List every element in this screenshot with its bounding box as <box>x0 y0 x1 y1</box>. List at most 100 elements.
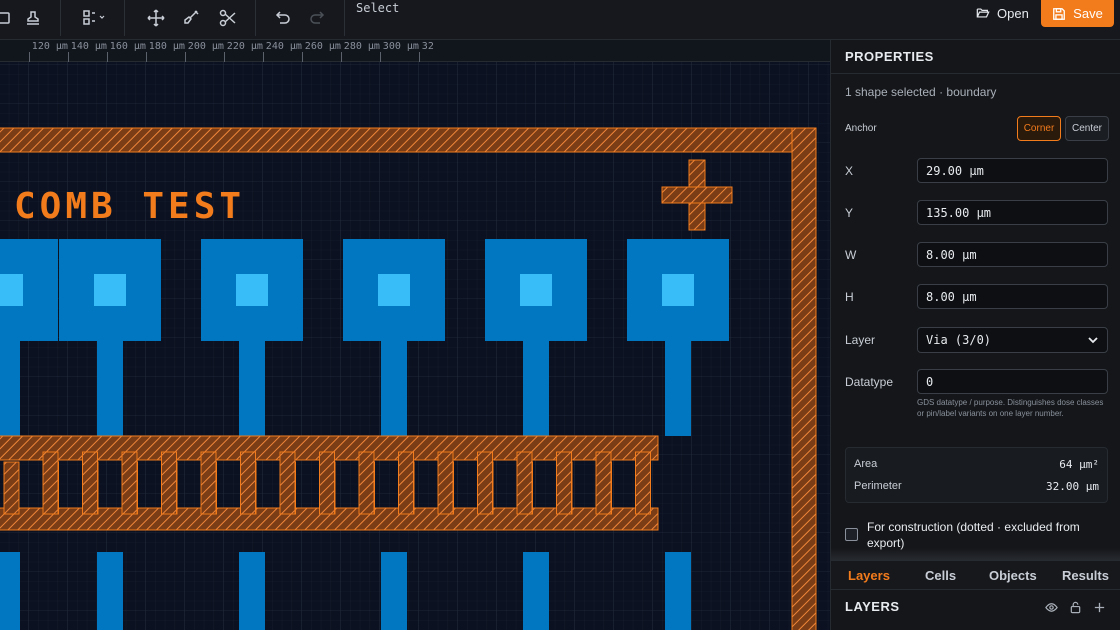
ruler-tick-label: 200 µm <box>187 41 224 52</box>
save-button[interactable]: Save <box>1041 0 1114 27</box>
comb-finger[interactable] <box>477 451 493 515</box>
boundary-top[interactable] <box>0 127 817 153</box>
toolbar-separator <box>344 0 345 36</box>
w-label: W <box>845 248 857 262</box>
boundary-right[interactable] <box>791 127 817 630</box>
ruler-tick-label: 280 µm <box>343 41 380 52</box>
construction-checkbox[interactable] <box>845 528 858 541</box>
comb-finger[interactable] <box>82 451 98 515</box>
comb-finger[interactable] <box>319 451 335 515</box>
layer-select-value: Via (3/0) <box>926 333 992 347</box>
h-input[interactable]: 8.00 µm <box>917 284 1108 309</box>
ruler-tick <box>145 52 147 62</box>
via[interactable] <box>520 274 552 306</box>
tab-layers[interactable]: Layers <box>848 568 890 583</box>
move-icon[interactable] <box>142 6 170 30</box>
toolbar-separator <box>60 0 61 36</box>
ruler-tick <box>106 52 108 62</box>
trace-lower[interactable] <box>97 552 123 630</box>
trace-upper[interactable] <box>523 341 549 440</box>
eye-icon[interactable] <box>1045 601 1058 614</box>
comb-finger[interactable] <box>161 451 177 515</box>
anchor-center-button[interactable]: Center <box>1065 116 1109 141</box>
undo-icon[interactable] <box>268 6 296 30</box>
toolbar-separator <box>255 0 256 36</box>
save-icon <box>1053 7 1066 20</box>
selection-info: 1 shape selected · boundary <box>845 85 997 99</box>
h-label: H <box>845 290 854 304</box>
comb-finger[interactable] <box>437 451 454 515</box>
alignment-mark-horizontal[interactable] <box>661 186 733 204</box>
mode-label: Select <box>356 1 400 15</box>
anchor-corner-button[interactable]: Corner <box>1017 116 1061 141</box>
save-button-label: Save <box>1073 6 1103 21</box>
comb-finger[interactable] <box>358 451 375 515</box>
stamp-icon[interactable] <box>19 6 47 30</box>
comb-finger[interactable] <box>3 461 20 515</box>
comb-finger[interactable] <box>516 451 533 515</box>
tab-results[interactable]: Results <box>1062 568 1109 583</box>
x-input[interactable]: 29.00 µm <box>917 158 1108 183</box>
via[interactable] <box>378 274 410 306</box>
area-value: 64 µm² <box>1059 458 1099 471</box>
ruler-tick-label: 120 µm <box>31 41 68 52</box>
trace-lower[interactable] <box>665 552 691 630</box>
via[interactable] <box>0 274 23 306</box>
ruler-tick <box>418 52 420 62</box>
ruler-tick-label: 300 µm <box>382 41 419 52</box>
comb-finger[interactable] <box>42 451 59 515</box>
datatype-hint: GDS datatype / purpose. Distinguishes do… <box>917 398 1104 418</box>
array-tool-dropdown[interactable] <box>76 6 112 30</box>
comb-finger[interactable] <box>556 451 572 515</box>
tab-cells[interactable]: Cells <box>925 568 956 583</box>
ruler-tick-label: 240 µm <box>265 41 302 52</box>
w-input[interactable]: 8.00 µm <box>917 242 1108 267</box>
trace-upper[interactable] <box>381 341 407 440</box>
anchor-label: Anchor <box>845 123 877 134</box>
trace-lower[interactable] <box>0 552 20 630</box>
redo-icon[interactable] <box>304 6 332 30</box>
comb-finger[interactable] <box>398 451 414 515</box>
trace-upper[interactable] <box>239 341 265 440</box>
comb-finger[interactable] <box>635 451 651 515</box>
add-layer-icon[interactable] <box>1093 601 1106 614</box>
via[interactable] <box>94 274 126 306</box>
ruler-tick-label: 140 µm <box>70 41 107 52</box>
datatype-input[interactable]: 0 <box>917 369 1108 394</box>
shape-stats: Area 64 µm² Perimeter 32.00 µm <box>845 447 1108 503</box>
lock-icon[interactable] <box>1069 601 1082 614</box>
datatype-label: Datatype <box>845 375 894 389</box>
comb-test-label[interactable]: COMB TEST <box>14 186 245 227</box>
toolbar: Select Open Save <box>0 0 1120 40</box>
ruler-tick-label: 32 <box>421 41 434 52</box>
layout-drawing[interactable]: COMB TEST <box>0 62 830 630</box>
ruler-tick <box>67 52 69 62</box>
trace-upper[interactable] <box>0 341 20 440</box>
tab-objects[interactable]: Objects <box>989 568 1037 583</box>
properties-panel: PROPERTIES 1 shape selected · boundary A… <box>830 40 1120 630</box>
ruler-tick <box>301 52 303 62</box>
layer-select[interactable]: Via (3/0) <box>917 327 1108 353</box>
ruler-tick-label: 260 µm <box>304 41 341 52</box>
via[interactable] <box>236 274 268 306</box>
open-button[interactable]: Open <box>970 2 1035 24</box>
y-input[interactable]: 135.00 µm <box>917 200 1108 225</box>
comb-finger[interactable] <box>279 451 296 515</box>
layout-canvas[interactable]: 120 µm 140 µm 160 µm 180 µm 200 µm 220 µm 240 … <box>0 40 830 630</box>
trace-lower[interactable] <box>239 552 265 630</box>
comb-finger[interactable] <box>200 451 217 515</box>
trace-lower[interactable] <box>381 552 407 630</box>
tool-icon-partial[interactable] <box>0 6 20 30</box>
trace-upper[interactable] <box>665 341 691 436</box>
paintbrush-icon[interactable] <box>177 6 205 30</box>
via[interactable] <box>662 274 694 306</box>
scissors-icon[interactable] <box>214 6 242 30</box>
folder-open-icon <box>976 8 990 18</box>
trace-upper[interactable] <box>97 341 123 440</box>
comb-finger[interactable] <box>240 451 256 515</box>
array-icon <box>83 10 105 25</box>
ruler-tick <box>379 52 381 62</box>
comb-finger[interactable] <box>595 451 612 515</box>
trace-lower[interactable] <box>523 552 549 630</box>
comb-finger[interactable] <box>121 451 138 515</box>
